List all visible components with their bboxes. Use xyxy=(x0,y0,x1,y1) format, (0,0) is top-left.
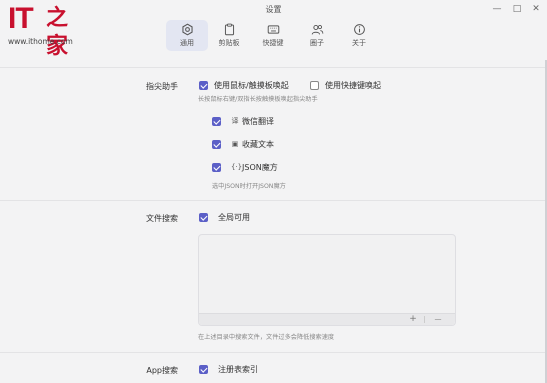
file-search-section-label: 文件搜索 xyxy=(146,214,178,223)
favorite-text-label[interactable]: 收藏文本 xyxy=(242,139,274,150)
minimize-button[interactable]: — xyxy=(488,2,506,16)
translate-icon: 译 xyxy=(231,117,239,125)
add-directory-button[interactable]: + xyxy=(404,314,422,325)
info-icon xyxy=(353,24,365,35)
registry-index-checkbox[interactable] xyxy=(199,365,208,374)
gear-icon xyxy=(181,23,193,36)
tab-circle[interactable]: 圈子 xyxy=(296,20,338,51)
hotkey-trigger-checkbox[interactable] xyxy=(310,81,319,90)
braces-icon: {·} xyxy=(231,163,243,171)
clipboard-icon xyxy=(224,23,234,36)
tab-general-label: 通用 xyxy=(180,39,194,47)
mouse-trigger-checkbox[interactable] xyxy=(199,81,208,90)
maximize-button[interactable]: □ xyxy=(508,2,526,16)
watermark-url: www.ithome.com xyxy=(8,37,73,46)
section-divider-2 xyxy=(0,352,547,353)
json-cube-checkbox[interactable] xyxy=(212,163,221,172)
header-divider xyxy=(0,67,547,68)
hotkey-trigger-label[interactable]: 使用快捷键唤起 xyxy=(325,80,381,91)
directory-list-toolbar: + — xyxy=(199,313,455,325)
file-search-hint: 在上述目录中搜索文件，文件过多会降低搜索速度 xyxy=(198,334,335,341)
search-directory-list[interactable]: + — xyxy=(198,234,456,326)
app-search-section-label: App搜索 xyxy=(146,366,178,375)
wechat-translate-checkbox[interactable] xyxy=(212,117,221,126)
file-search-global-checkbox[interactable] xyxy=(199,213,208,222)
keyboard-icon xyxy=(267,25,279,34)
favorite-text-checkbox[interactable] xyxy=(212,140,221,149)
tab-hotkeys-label: 快捷键 xyxy=(262,39,284,47)
section-divider-1 xyxy=(0,200,547,201)
bookmark-icon: ▣ xyxy=(231,140,239,148)
remove-directory-button[interactable]: — xyxy=(429,314,447,325)
close-button[interactable]: ✕ xyxy=(527,2,545,16)
tab-general[interactable]: 通用 xyxy=(166,20,208,51)
toolbar-separator xyxy=(424,316,425,323)
title-bar: 设置 — □ ✕ xyxy=(0,0,547,20)
json-cube-label[interactable]: JSON魔方 xyxy=(242,162,278,173)
tab-about[interactable]: 关于 xyxy=(338,20,380,51)
tab-clipboard-label: 剪贴板 xyxy=(218,39,240,47)
tab-clipboard[interactable]: 剪贴板 xyxy=(208,20,250,51)
tab-hotkeys[interactable]: 快捷键 xyxy=(252,20,294,51)
file-search-global-label[interactable]: 全局可用 xyxy=(218,212,250,223)
json-hint: 选中JSON时打开JSON魔方 xyxy=(212,183,286,190)
wechat-translate-label[interactable]: 微信翻译 xyxy=(242,116,274,127)
tab-about-label: 关于 xyxy=(352,39,366,47)
users-icon xyxy=(311,24,323,35)
registry-index-label[interactable]: 注册表索引 xyxy=(218,364,258,375)
window-title: 设置 xyxy=(265,5,282,14)
fingertip-hint: 长按鼠标右键/双指长按触摸板唤起指尖助手 xyxy=(198,96,318,103)
tab-circle-label: 圈子 xyxy=(310,39,324,47)
mouse-trigger-label[interactable]: 使用鼠标/触摸板唤起 xyxy=(214,80,289,91)
fingertip-section-label: 指尖助手 xyxy=(146,82,178,91)
